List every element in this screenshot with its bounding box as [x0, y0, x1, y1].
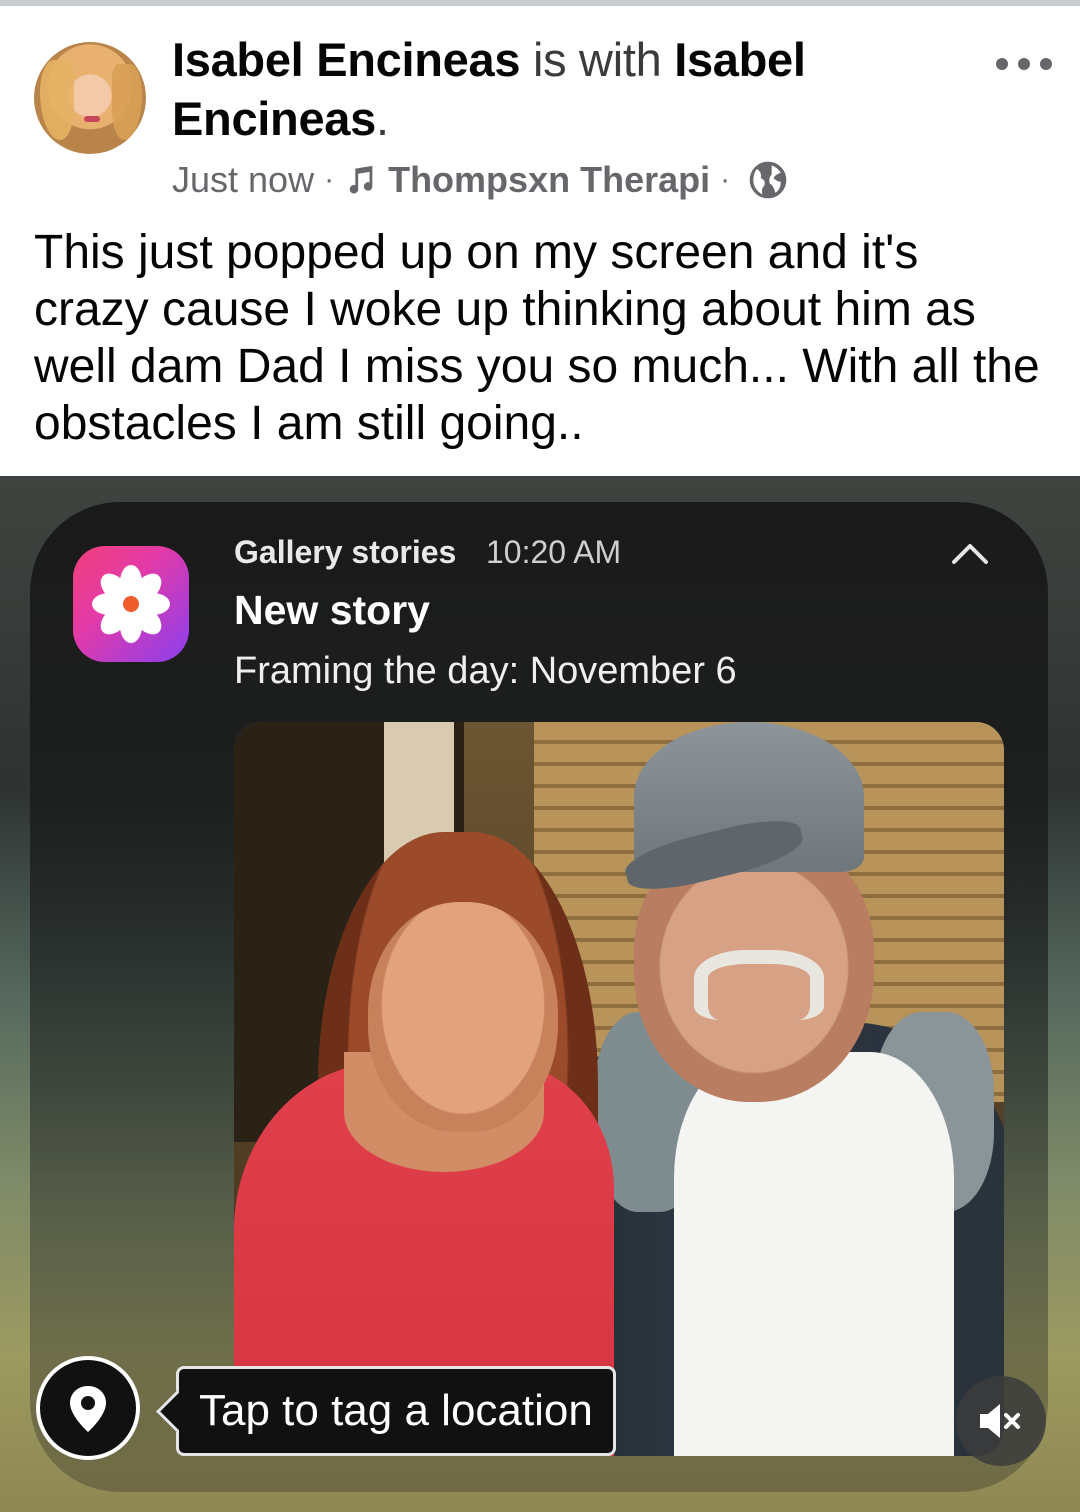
notification-time: 10:20 AM: [486, 534, 622, 570]
meta-separator-2: ·: [720, 163, 731, 196]
author-name-link[interactable]: Isabel Encineas: [172, 33, 520, 86]
post-timestamp[interactable]: Just now: [172, 159, 314, 201]
post-body-text: This just popped up on my screen and it'…: [34, 226, 1040, 450]
chevron-up-icon[interactable]: [950, 540, 990, 566]
location-pin-icon[interactable]: [36, 1356, 140, 1460]
title-period: .: [375, 92, 389, 145]
top-divider: [0, 0, 1080, 6]
notification-app-name: Gallery stories: [234, 534, 457, 570]
author-avatar[interactable]: [34, 42, 146, 154]
song-link[interactable]: Thompsxn Therapi: [388, 159, 710, 201]
post-meta-row: Just now · Thompsxn Therapi ·: [172, 156, 790, 204]
notification-body: Framing the day: November 6: [234, 650, 737, 692]
with-connector: is with: [532, 33, 662, 86]
meta-separator: ·: [324, 163, 335, 196]
globe-icon[interactable]: [746, 158, 790, 202]
tag-location-label: Tap to tag a location: [199, 1386, 593, 1435]
music-note-icon: [349, 165, 373, 194]
more-options-icon[interactable]: [996, 56, 1054, 72]
notification-title: New story: [234, 587, 430, 633]
flower-icon[interactable]: [73, 546, 189, 662]
post-header-title: Isabel Encineas is with Isabel Encineas.: [172, 30, 872, 148]
tag-location-tooltip[interactable]: Tap to tag a location: [176, 1366, 616, 1456]
story-photo[interactable]: [234, 722, 1004, 1456]
speaker-muted-icon[interactable]: [956, 1376, 1046, 1466]
